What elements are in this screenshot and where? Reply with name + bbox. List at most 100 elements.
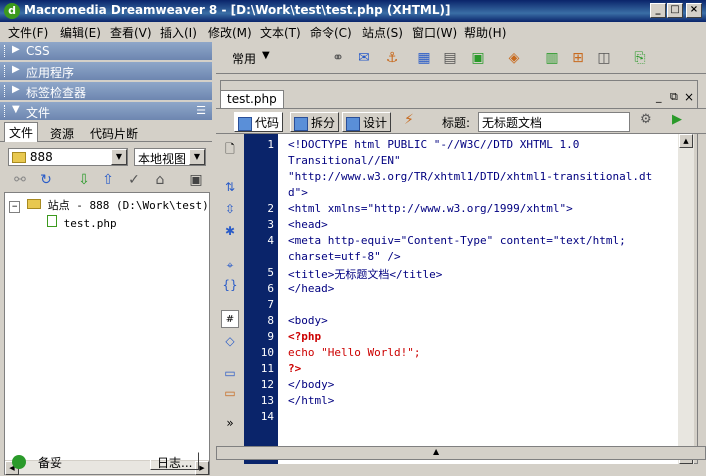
status-ok-icon xyxy=(12,455,26,469)
more-tools-chevron-icon[interactable]: » xyxy=(221,414,239,432)
image-icon[interactable]: ▣ xyxy=(468,48,488,68)
menu-commands[interactable]: 命令(C) xyxy=(310,24,352,41)
line-number: 4 xyxy=(267,234,274,247)
maximize-button[interactable]: □ xyxy=(667,3,683,18)
view-select-value: 本地视图 xyxy=(138,152,187,166)
php-file-icon xyxy=(47,215,57,227)
menu-bar: 文件(F) 编辑(E) 查看(V) 插入(I) 修改(M) 文本(T) 命令(C… xyxy=(0,22,706,42)
menu-text[interactable]: 文本(T) xyxy=(260,24,301,41)
line-number: 3 xyxy=(267,218,274,231)
chevron-down-icon[interactable]: ▼ xyxy=(262,50,270,61)
title-bar: d Macromedia Dreamweaver 8 - [D:\Work\te… xyxy=(0,0,706,22)
design-view-button[interactable]: 设计 xyxy=(342,112,392,132)
collapse-selection-icon[interactable]: ⇳ xyxy=(221,200,239,218)
split-view-button[interactable]: 拆分 xyxy=(290,112,340,132)
document-toolbar: 代码 拆分 设计 ⚡ 标题: 无标题文档 ⚙ ▶ xyxy=(216,108,706,134)
vertical-scrollbar[interactable]: ▲ ▼ xyxy=(678,134,694,464)
site-select[interactable]: 888 ▼ xyxy=(8,148,128,166)
minimize-button[interactable]: _ xyxy=(650,3,666,18)
media-icon[interactable]: ◈ xyxy=(504,48,524,68)
code-view-button[interactable]: 代码 xyxy=(234,112,284,132)
code-line: "http://www.w3.org/TR/xhtml1/DTD/xhtml1-… xyxy=(288,170,653,183)
layer-icon[interactable]: ▤ xyxy=(440,48,460,68)
comment-icon[interactable]: ⊞ xyxy=(568,48,588,68)
line-number: 14 xyxy=(260,410,274,423)
panel-label: 文件 xyxy=(26,106,51,120)
tab-snippets[interactable]: 代码片断 xyxy=(86,124,142,142)
get-files-icon[interactable]: ⇩ xyxy=(74,170,94,190)
design-view-label: 设计 xyxy=(363,116,388,130)
status-text: 备妥 xyxy=(38,456,63,470)
expand-properties-icon[interactable]: ▲ xyxy=(433,447,439,456)
tree-row-file[interactable]: test.php xyxy=(47,215,117,230)
code-line: </html> xyxy=(288,394,335,407)
live-data-icon[interactable]: ⚡ xyxy=(404,112,414,128)
files-tab-row: 文件 资源 代码片断 xyxy=(0,122,212,142)
file-management-icon[interactable]: ⚙ xyxy=(640,112,652,127)
tab-files[interactable]: 文件 xyxy=(4,122,39,142)
left-panel-group: ▶ CSS ▶ 应用程序 ▶ 标签检查器 ▼ 文件 ☰ 文件 资源 代码片断 8… xyxy=(0,42,212,476)
date-icon[interactable]: ▥ xyxy=(542,48,562,68)
expand-arrow-icon: ▶ xyxy=(12,84,20,95)
log-button[interactable]: 日志... xyxy=(150,452,200,470)
email-link-icon[interactable]: ✉ xyxy=(354,48,374,68)
menu-window[interactable]: 窗口(W) xyxy=(412,24,457,41)
put-files-icon[interactable]: ⇧ xyxy=(98,170,118,190)
tree-row-site[interactable]: − 站点 - 888 (D:\Work\test) xyxy=(9,197,209,213)
panel-header-files[interactable]: ▼ 文件 ☰ xyxy=(0,102,212,121)
document-area: 常用 ▼ ⚭ ✉ ⚓ ▦ ▤ ▣ ◈ ▥ ⊞ ◫ ⎘ test.php _ ⧉ … xyxy=(216,42,706,476)
scroll-up-icon[interactable]: ▲ xyxy=(679,134,693,148)
insert-category-label[interactable]: 常用 xyxy=(232,50,256,67)
view-select[interactable]: 本地视图 ▼ xyxy=(134,148,206,166)
page-title-input[interactable]: 无标题文档 xyxy=(478,112,630,132)
menu-modify[interactable]: 修改(M) xyxy=(208,24,252,41)
line-number: 5 xyxy=(267,266,274,279)
document-tab[interactable]: test.php xyxy=(220,90,284,108)
tag-chooser-icon[interactable]: ⎘ xyxy=(630,48,650,68)
expand-all-icon[interactable]: ✱ xyxy=(221,222,239,240)
menu-edit[interactable]: 编辑(E) xyxy=(60,24,101,41)
menu-help[interactable]: 帮助(H) xyxy=(464,24,506,41)
templates-icon[interactable]: ◫ xyxy=(594,48,614,68)
check-in-icon[interactable]: ⌂ xyxy=(150,170,170,190)
highlight-invalid-code-icon[interactable]: ◇ xyxy=(221,332,239,350)
menu-site[interactable]: 站点(S) xyxy=(362,24,403,41)
remove-comment-icon[interactable]: ▭ xyxy=(221,384,239,402)
code-line: ?> xyxy=(288,362,302,375)
refresh-icon[interactable]: ↻ xyxy=(36,170,56,190)
open-documents-icon[interactable]: 🗋 xyxy=(221,140,239,158)
select-parent-tag-icon[interactable]: ⌖ xyxy=(221,256,239,274)
dreamweaver-logo-icon: d xyxy=(4,3,20,19)
doc-close-icon[interactable]: × xyxy=(684,90,694,104)
connect-icon[interactable]: ⚯ xyxy=(10,170,30,190)
grip-icon xyxy=(4,65,7,77)
preview-in-browser-icon[interactable]: ▶ xyxy=(672,112,682,127)
collapse-toggle-icon[interactable]: − xyxy=(9,201,21,213)
panel-header-application[interactable]: ▶ 应用程序 xyxy=(0,62,212,81)
close-button[interactable]: × xyxy=(686,3,702,18)
doc-minimize-icon[interactable]: _ xyxy=(656,90,662,103)
named-anchor-icon[interactable]: ⚓ xyxy=(382,48,402,68)
apply-comment-icon[interactable]: ▭ xyxy=(221,364,239,382)
panel-header-css[interactable]: ▶ CSS xyxy=(0,42,212,61)
collapse-full-tag-icon[interactable]: ⇅ xyxy=(221,178,239,196)
menu-insert[interactable]: 插入(I) xyxy=(160,24,197,41)
code-line: <!DOCTYPE html PUBLIC "-//W3C//DTD XHTML… xyxy=(288,138,580,151)
expand-panel-icon[interactable]: ▣ xyxy=(186,170,206,190)
line-numbers-icon[interactable]: # xyxy=(221,310,239,328)
menu-view[interactable]: 查看(V) xyxy=(110,24,152,41)
code-editor[interactable]: <!DOCTYPE html PUBLIC "-//W3C//DTD XHTML… xyxy=(278,134,678,464)
table-icon[interactable]: ▦ xyxy=(414,48,434,68)
line-number: 10 xyxy=(260,346,274,359)
code-line: <head> xyxy=(288,218,328,231)
split-view-label: 拆分 xyxy=(311,116,336,130)
code-line: </body> xyxy=(288,378,335,391)
menu-file[interactable]: 文件(F) xyxy=(8,24,48,41)
hyperlink-icon[interactable]: ⚭ xyxy=(328,48,348,68)
panel-header-tag-inspector[interactable]: ▶ 标签检查器 xyxy=(0,82,212,101)
check-out-icon[interactable]: ✓ xyxy=(124,170,144,190)
doc-restore-icon[interactable]: ⧉ xyxy=(670,90,678,104)
balance-braces-icon[interactable]: {} xyxy=(221,276,239,294)
panel-options-icon[interactable]: ☰ xyxy=(196,104,206,117)
tab-assets[interactable]: 资源 xyxy=(46,124,78,142)
